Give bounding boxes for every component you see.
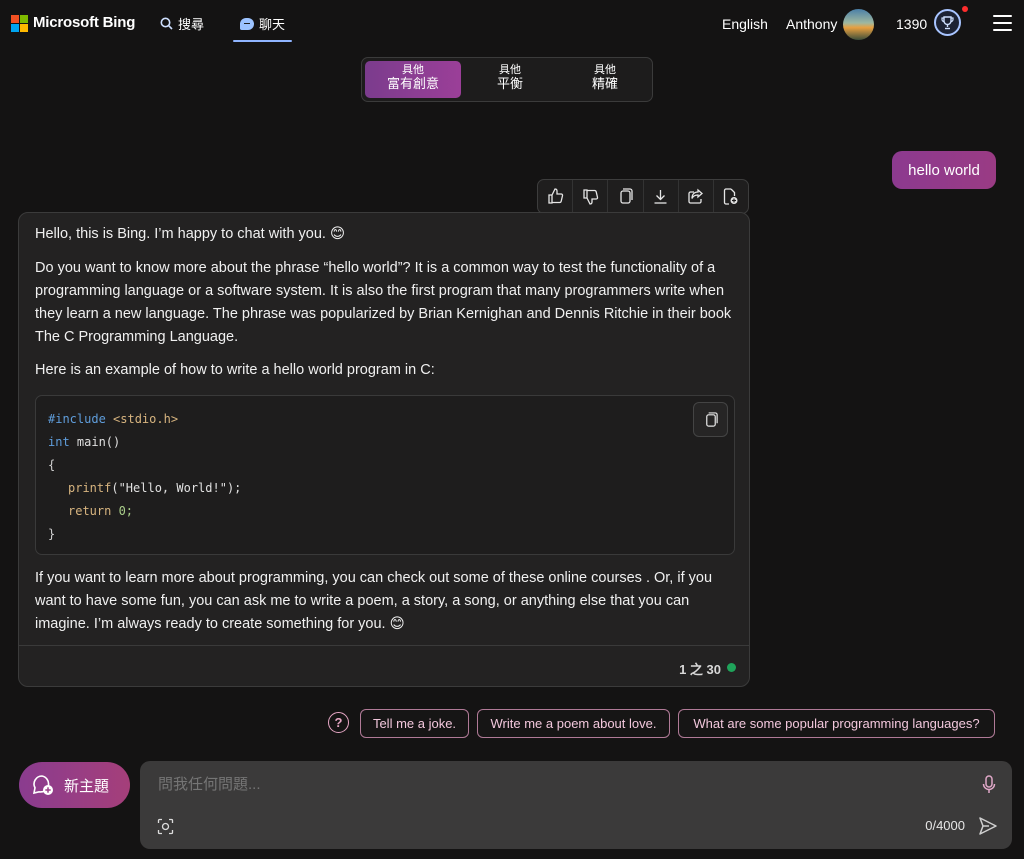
help-icon[interactable]: ? <box>328 712 349 733</box>
copy-icon <box>620 188 633 204</box>
bing-logo[interactable]: Microsoft Bing <box>11 14 136 32</box>
top-bar: Microsoft Bing 搜尋 聊天 English Anthony 139… <box>0 0 1024 46</box>
new-chat-icon <box>32 775 53 795</box>
send-icon <box>979 817 997 835</box>
code-block: #include <stdio.h> int main() { printf("… <box>35 395 735 555</box>
code-token: printf <box>68 481 112 495</box>
code-line: #include <stdio.h> <box>48 412 178 426</box>
nav-chat[interactable]: 聊天 <box>240 14 285 33</box>
copy-icon <box>705 411 718 427</box>
like-button[interactable] <box>538 180 574 213</box>
tone-balanced-prefix: 具他 <box>499 64 521 76</box>
search-icon <box>160 17 173 30</box>
user-name[interactable]: Anthony <box>786 16 837 32</box>
conversation-style-selector: 具他 富有創意 具他 平衡 具他 精確 <box>361 57 653 102</box>
response-toolbar <box>537 179 749 214</box>
new-topic-label: 新主題 <box>64 777 110 795</box>
chat-input-box: 0/4000 <box>140 761 1012 849</box>
code-token: <stdio.h> <box>105 412 179 426</box>
turn-counter: 1 之 30 <box>679 662 721 677</box>
response-code-intro: Here is an example of how to write a hel… <box>35 362 435 378</box>
code-line: return 0; <box>68 504 133 518</box>
tone-precise-prefix: 具他 <box>594 64 616 76</box>
add-to-page-button[interactable] <box>714 180 748 213</box>
page-add-icon <box>724 188 738 205</box>
avatar[interactable] <box>843 9 874 40</box>
tone-creative[interactable]: 具他 富有創意 <box>365 61 461 98</box>
response-greeting: Hello, this is Bing. I’m happy to chat w… <box>35 226 346 242</box>
active-tab-indicator <box>233 40 292 42</box>
code-line: printf("Hello, World!"); <box>68 481 241 495</box>
brand-name: Microsoft Bing <box>33 14 136 31</box>
code-token: return <box>68 504 112 518</box>
image-search-icon <box>157 818 174 835</box>
download-icon <box>654 190 667 204</box>
tone-balanced-label: 平衡 <box>496 76 523 91</box>
suggestion-chip[interactable]: What are some popular programming langua… <box>678 709 995 738</box>
divider <box>19 645 749 646</box>
chat-input[interactable] <box>156 775 940 794</box>
rewards-trophy-icon[interactable] <box>934 9 961 36</box>
code-token: 0; <box>111 504 134 518</box>
nav-search-label: 搜尋 <box>178 17 205 32</box>
code-token: } <box>48 527 56 541</box>
code-line: } <box>48 527 55 541</box>
copy-code-button[interactable] <box>693 402 728 437</box>
menu-icon[interactable] <box>993 15 1012 31</box>
suggestion-chip[interactable]: Write me a poem about love. <box>477 709 670 738</box>
notification-dot <box>962 6 968 12</box>
tone-creative-prefix: 具他 <box>402 64 424 76</box>
thumbs-down-icon <box>583 189 598 205</box>
send-button[interactable] <box>978 816 998 841</box>
code-token: { <box>48 458 56 472</box>
microphone-icon <box>982 775 996 793</box>
code-token: #include <box>48 412 106 426</box>
export-button[interactable] <box>644 180 679 213</box>
share-button[interactable] <box>679 180 714 213</box>
microphone-button[interactable] <box>982 775 996 800</box>
chat-icon <box>240 17 254 30</box>
suggestion-chip[interactable]: Tell me a joke. <box>360 709 469 738</box>
response-explanation: Do you want to know more about the phras… <box>35 260 732 345</box>
code-token: ("Hello, World!"); <box>111 481 242 495</box>
response-closing: If you want to learn more about programm… <box>35 570 713 632</box>
code-line: int main() <box>48 435 120 449</box>
microsoft-logo-icon <box>11 14 28 32</box>
code-line: { <box>48 458 55 472</box>
dislike-button[interactable] <box>573 180 609 213</box>
language-selector[interactable]: English <box>722 16 768 32</box>
nav-search[interactable]: 搜尋 <box>160 14 204 33</box>
tone-creative-label: 富有創意 <box>386 76 439 91</box>
tone-precise-label: 精確 <box>591 76 618 91</box>
user-message: hello world <box>892 151 996 189</box>
nav-chat-label: 聊天 <box>259 17 286 32</box>
share-icon <box>688 188 704 204</box>
tone-precise[interactable]: 具他 精確 <box>557 61 653 98</box>
new-topic-button[interactable]: 新主題 <box>19 762 130 808</box>
status-dot <box>727 663 736 672</box>
thumbs-up-icon <box>547 188 563 204</box>
character-count: 0/4000 <box>925 818 965 833</box>
visual-search-button[interactable] <box>157 818 174 840</box>
code-token: int <box>48 435 70 449</box>
rewards-points[interactable]: 1390 <box>896 16 927 32</box>
code-token: main() <box>69 435 121 449</box>
bot-response-card: Hello, this is Bing. I’m happy to chat w… <box>18 212 750 687</box>
copy-button[interactable] <box>608 180 644 213</box>
tone-balanced[interactable]: 具他 平衡 <box>462 61 558 98</box>
